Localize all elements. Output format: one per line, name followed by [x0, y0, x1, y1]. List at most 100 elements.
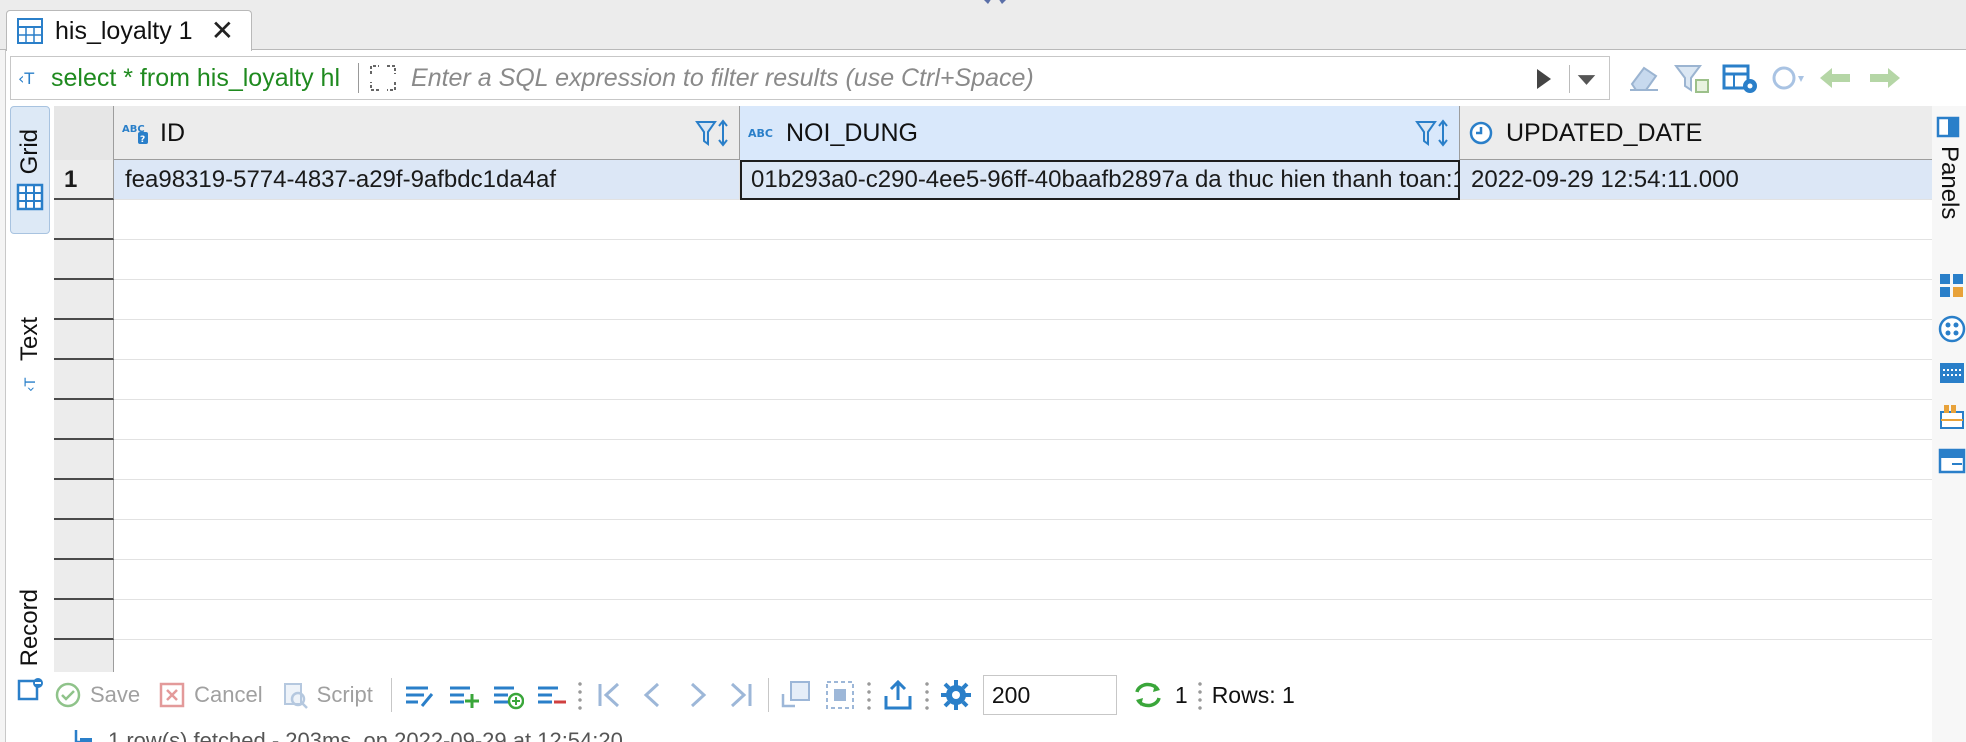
back-arrow-icon[interactable]: [1816, 60, 1856, 96]
empty-row: [54, 200, 1932, 240]
rows-count-label: Rows: 1: [1211, 681, 1295, 708]
save-button[interactable]: Save: [54, 681, 140, 709]
empty-row: [54, 480, 1932, 520]
separator: [577, 680, 582, 710]
abc-key-icon: ABC ?: [122, 124, 148, 145]
column-header-updated-date[interactable]: UPDATED_DATE: [1460, 106, 1932, 160]
sql-query-text[interactable]: select * from his_loyalty hl: [51, 64, 340, 93]
fetch-all-icon[interactable]: [823, 678, 857, 712]
panels-icon: [1936, 116, 1960, 138]
first-page-icon[interactable]: [592, 678, 626, 712]
tab-label: his_loyalty 1: [55, 16, 193, 45]
drag-handle-icon: [984, 0, 1006, 4]
tab-his-loyalty[interactable]: his_loyalty 1 ✕: [6, 10, 252, 51]
row-number: [54, 600, 114, 640]
separator: [358, 63, 360, 93]
check-circle-icon: [55, 682, 81, 708]
last-page-icon[interactable]: [724, 678, 758, 712]
empty-row: [54, 520, 1932, 560]
column-header-id[interactable]: ABC ? ID: [114, 106, 740, 160]
empty-row: [54, 440, 1932, 480]
svg-text:‹T: ‹T: [18, 69, 34, 88]
delete-row-icon[interactable]: [534, 678, 568, 712]
column-name: ID: [160, 118, 185, 147]
value-viewer-icon[interactable]: [1938, 358, 1966, 388]
add-row-icon[interactable]: [446, 678, 480, 712]
row-number: [54, 440, 114, 480]
record-icon: [17, 677, 43, 700]
fetch-size-input[interactable]: [982, 675, 1117, 715]
filter-save-icon[interactable]: [1672, 60, 1712, 96]
separator: [924, 680, 929, 710]
empty-row: [54, 360, 1932, 400]
row-number: [54, 200, 114, 240]
refresh-icon[interactable]: [1131, 678, 1165, 712]
row-number[interactable]: 1: [54, 160, 114, 200]
empty-row: [54, 400, 1932, 440]
calculator-icon[interactable]: [1938, 270, 1966, 300]
sql-text-icon[interactable]: ‹T: [17, 63, 47, 93]
fetch-status-icon: [74, 730, 92, 742]
window-left-edge: [0, 50, 6, 742]
eraser-icon[interactable]: [1624, 60, 1664, 96]
row-number: [54, 480, 114, 520]
empty-row: [54, 280, 1932, 320]
auto-refresh-icon[interactable]: [1768, 60, 1808, 96]
row-number: [54, 640, 114, 672]
grid-header: ABC ? ID ABC NOI_DUNG UPDATED_DATE: [54, 106, 1932, 160]
grid-settings-icon[interactable]: [1720, 60, 1760, 96]
cancel-label: Cancel: [194, 682, 263, 707]
view-tab-grid[interactable]: Grid: [10, 106, 50, 234]
metadata-icon[interactable]: [1938, 402, 1966, 432]
column-header-noi-dung[interactable]: ABC NOI_DUNG: [740, 106, 1460, 160]
view-switcher: Grid ‹T Text Record: [10, 106, 50, 700]
fetch-next-icon[interactable]: [779, 678, 813, 712]
expand-icon[interactable]: [367, 62, 399, 94]
export-icon[interactable]: [881, 678, 915, 712]
empty-row: [54, 320, 1932, 360]
svg-text:ABC: ABC: [748, 127, 773, 140]
previous-page-icon[interactable]: [636, 678, 670, 712]
separator: [390, 678, 392, 712]
grouping-icon[interactable]: [1938, 314, 1966, 344]
text-icon: ‹T: [23, 377, 39, 392]
row-number: [54, 240, 114, 280]
abc-icon: ABC: [748, 127, 773, 140]
column-name: NOI_DUNG: [786, 118, 918, 147]
script-button[interactable]: Script: [281, 681, 373, 709]
close-icon[interactable]: ✕: [211, 17, 234, 45]
play-icon[interactable]: [1533, 67, 1555, 91]
cell-id[interactable]: fea98319-5774-4837-a29f-9afbdc1da4af: [114, 160, 740, 200]
cell-updated-date[interactable]: 2022-09-29 12:54:11.000: [1460, 160, 1932, 200]
filter-sort-icon[interactable]: [695, 118, 733, 150]
script-icon: [283, 683, 308, 709]
gear-icon[interactable]: [939, 678, 973, 712]
panels-toggle[interactable]: Panels: [1932, 114, 1966, 254]
row-number: [54, 360, 114, 400]
table-icon: [17, 18, 43, 44]
filter-input[interactable]: [411, 63, 1472, 93]
view-tab-text[interactable]: ‹T Text: [10, 256, 50, 456]
empty-row: [54, 600, 1932, 640]
status-text: 1 row(s) fetched - 203ms, on 2022-09-29 …: [108, 728, 623, 742]
script-label: Script: [316, 682, 373, 707]
table-row[interactable]: 1 fea98319-5774-4837-a29f-9afbdc1da4af 0…: [54, 160, 1932, 200]
copy-row-icon[interactable]: [490, 678, 524, 712]
empty-row: [54, 240, 1932, 280]
cell-noi-dung[interactable]: 01b293a0-c290-4ee5-96ff-40baafb2897a da …: [740, 160, 1460, 200]
next-page-icon[interactable]: [680, 678, 714, 712]
row-number: [54, 280, 114, 320]
edit-row-icon[interactable]: [402, 678, 436, 712]
view-tab-record[interactable]: Record: [10, 526, 50, 742]
cancel-button[interactable]: Cancel: [158, 681, 263, 709]
results-grid: ABC ? ID ABC NOI_DUNG UPDATED_DATE 1 fea…: [54, 106, 1932, 672]
row-number-header[interactable]: [54, 106, 114, 160]
clock-icon: [1469, 121, 1493, 145]
filter-sort-icon[interactable]: [1415, 118, 1453, 150]
references-icon[interactable]: [1938, 446, 1966, 476]
forward-arrow-icon[interactable]: [1864, 60, 1904, 96]
row-number: [54, 320, 114, 360]
cancel-icon: [159, 682, 185, 708]
chevron-down-icon[interactable]: [1569, 65, 1603, 93]
panels-label: Panels: [1936, 146, 1963, 220]
